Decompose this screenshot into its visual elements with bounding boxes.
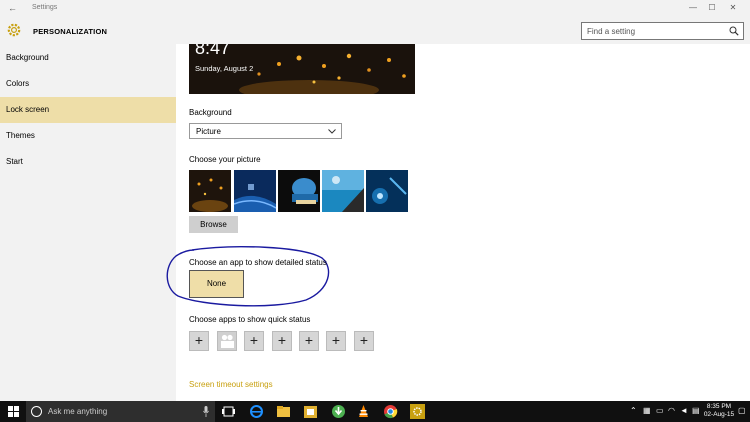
quick-status-add-button[interactable]: + xyxy=(272,331,292,351)
microphone-icon[interactable] xyxy=(203,406,209,417)
thumbnail-underwater xyxy=(366,170,408,212)
clock-date: 02-Aug-15 xyxy=(703,411,735,418)
volume-icon[interactable]: ◄ xyxy=(680,406,690,416)
picture-thumbnail[interactable] xyxy=(322,170,364,212)
quick-status-add-button[interactable]: + xyxy=(299,331,319,351)
taskbar-search-placeholder: Ask me anything xyxy=(48,407,108,416)
quick-status-add-button[interactable]: + xyxy=(189,331,209,351)
maximize-button[interactable]: ☐ xyxy=(705,3,719,12)
sidebar-item-themes[interactable]: Themes xyxy=(0,123,176,149)
background-label: Background xyxy=(189,108,232,117)
thumbnail-night-lights xyxy=(189,170,231,212)
search-placeholder: Find a setting xyxy=(587,27,636,36)
thumbnail-cave-beach xyxy=(278,170,320,212)
chevron-down-icon xyxy=(328,129,336,134)
picture-thumbnail[interactable] xyxy=(366,170,408,212)
sidebar-item-lock-screen[interactable]: Lock screen xyxy=(0,97,176,123)
sidebar-item-colors[interactable]: Colors xyxy=(0,71,176,97)
picture-thumbnail[interactable] xyxy=(234,170,276,212)
network-icon[interactable]: ▦ xyxy=(643,406,653,416)
quick-status-label: Choose apps to show quick status xyxy=(189,315,311,324)
settings-app-icon[interactable] xyxy=(410,404,425,419)
screen-timeout-link[interactable]: Screen timeout settings xyxy=(189,380,273,389)
file-explorer-icon[interactable] xyxy=(276,404,291,419)
action-center-icon[interactable]: ▢ xyxy=(738,406,748,416)
store-icon[interactable] xyxy=(303,404,318,419)
sidebar-item-label: Colors xyxy=(6,79,30,88)
close-button[interactable]: ✕ xyxy=(726,3,740,12)
chrome-icon[interactable] xyxy=(383,404,398,419)
hand-drawn-circle-annotation xyxy=(166,246,330,307)
wifi-icon[interactable]: ◠ xyxy=(668,406,678,416)
background-dropdown-value: Picture xyxy=(196,127,221,136)
picture-thumbnail[interactable] xyxy=(278,170,320,212)
quick-status-add-button[interactable]: + xyxy=(354,331,374,351)
task-view-icon[interactable] xyxy=(221,404,236,419)
edge-browser-icon[interactable] xyxy=(249,404,264,419)
taskbar-search-box[interactable]: Ask me anything xyxy=(26,401,215,422)
sidebar: Background Colors Lock screen Themes Sta… xyxy=(0,44,176,401)
search-input[interactable]: Find a setting xyxy=(581,22,744,40)
sidebar-item-background[interactable]: Background xyxy=(0,45,176,71)
sidebar-item-label: Themes xyxy=(6,131,35,140)
sidebar-item-start[interactable]: Start xyxy=(0,149,176,175)
back-arrow-icon[interactable]: ← xyxy=(8,3,17,13)
quick-status-add-button[interactable]: + xyxy=(326,331,346,351)
detailed-status-app-button[interactable]: None xyxy=(189,270,244,298)
battery-icon[interactable]: ▭ xyxy=(656,406,666,416)
window-title: Settings xyxy=(32,4,58,11)
windows-start-icon[interactable] xyxy=(8,406,19,417)
sidebar-item-label: Start xyxy=(6,157,23,166)
clock-time: 8:35 PM xyxy=(706,403,732,410)
sidebar-item-label: Background xyxy=(6,53,49,62)
search-icon[interactable] xyxy=(729,26,739,36)
vlc-icon[interactable] xyxy=(356,404,371,419)
gear-icon xyxy=(7,23,21,37)
thumbnail-ocean-sky xyxy=(322,170,364,212)
thumbnail-windows-light xyxy=(234,170,276,212)
taskbar-clock[interactable]: 8:35 PM 02-Aug-15 xyxy=(702,403,736,419)
keyboard-icon[interactable]: ▤ xyxy=(692,406,702,416)
lock-screen-preview: 8:47 Sunday, August 2 xyxy=(189,44,415,94)
preview-time: 8:47 xyxy=(195,44,231,58)
cortana-icon xyxy=(31,406,42,417)
quick-status-people-button[interactable] xyxy=(217,331,237,351)
preview-date: Sunday, August 2 xyxy=(195,64,254,73)
quick-status-add-button[interactable]: + xyxy=(244,331,264,351)
sidebar-item-label: Lock screen xyxy=(6,105,50,114)
title-bar: ← Settings — ☐ ✕ xyxy=(0,0,750,18)
browse-button[interactable]: Browse xyxy=(189,216,238,233)
people-icon xyxy=(221,334,234,348)
minimize-button[interactable]: — xyxy=(686,3,700,12)
torrent-app-icon[interactable] xyxy=(331,404,346,419)
page-title: PERSONALIZATION xyxy=(33,27,108,36)
background-dropdown[interactable]: Picture xyxy=(189,123,342,139)
chevron-up-icon[interactable]: ⌃ xyxy=(630,406,640,416)
main-content: 8:47 Sunday, August 2 Background Picture… xyxy=(166,44,750,401)
taskbar: Ask me anything ⌃ ▦ ▭ ◠ ◄ ▤ 8:35 PM 02-A… xyxy=(0,401,750,422)
picture-thumbnail[interactable] xyxy=(189,170,231,212)
detailed-status-label: Choose an app to show detailed status xyxy=(189,258,327,267)
choose-picture-label: Choose your picture xyxy=(189,155,261,164)
